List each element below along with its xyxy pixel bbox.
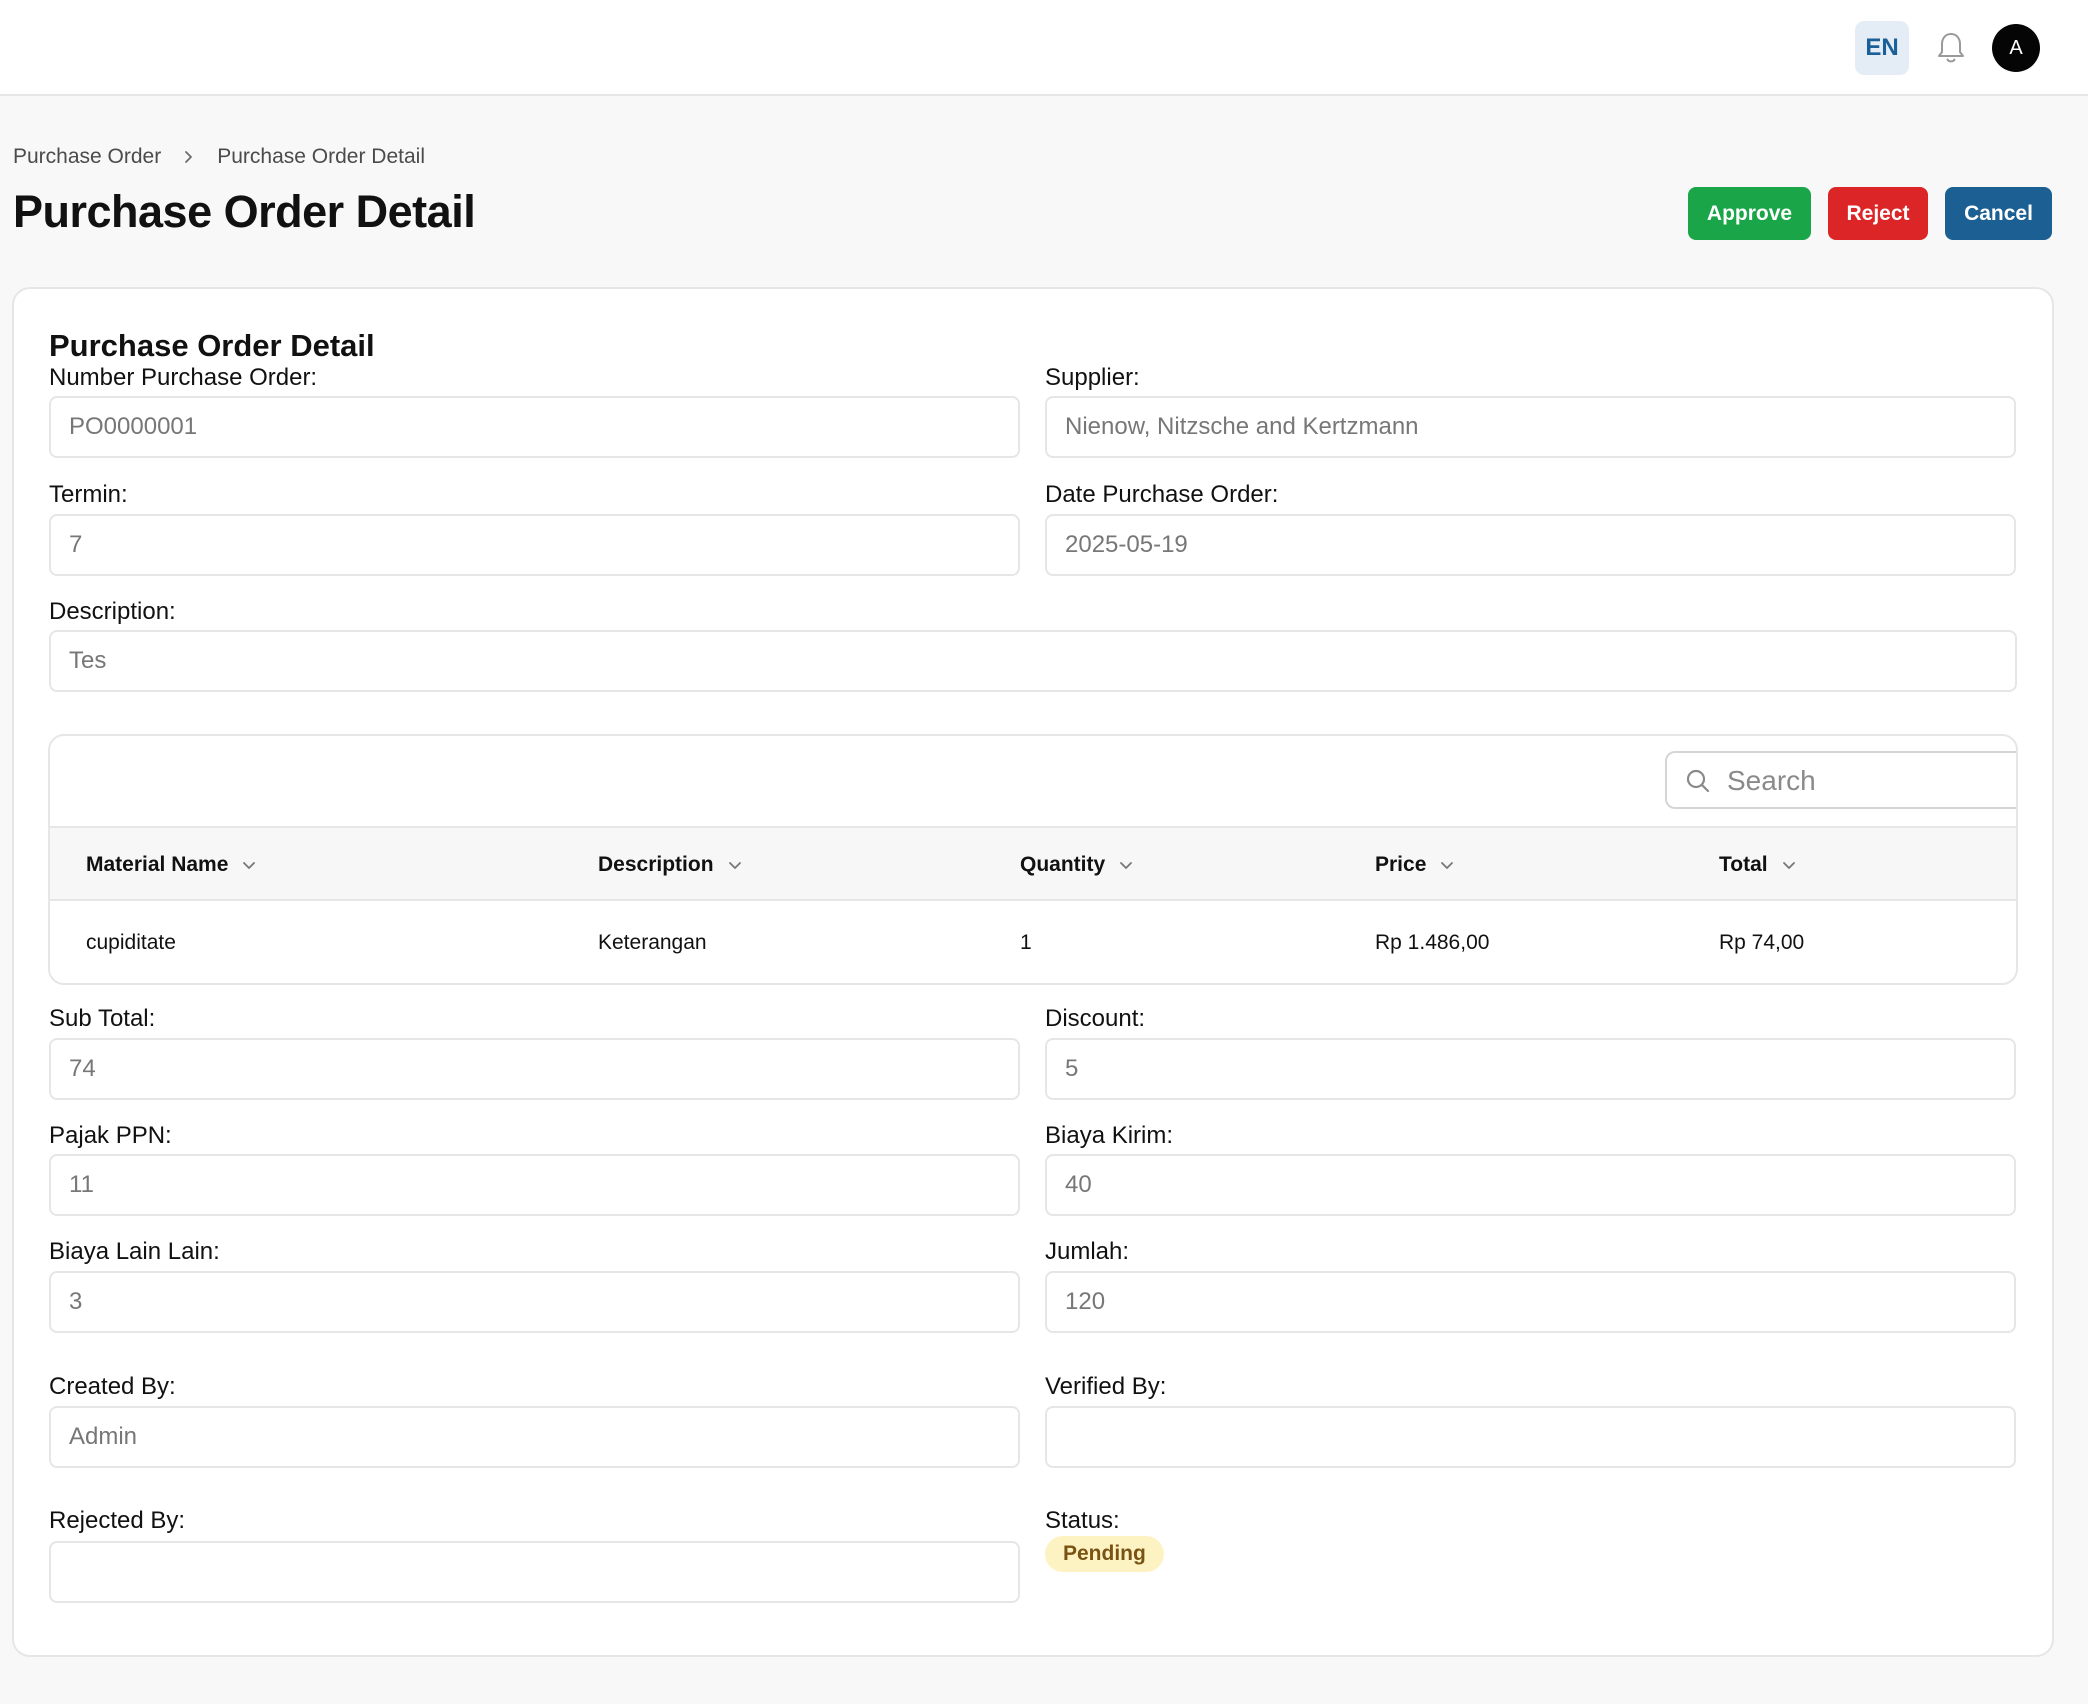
page-title: Purchase Order Detail [13,186,476,237]
biaya-lain-field[interactable]: 3 [49,1271,1020,1333]
created-by-field[interactable]: Admin [49,1406,1020,1468]
chevron-down-icon [1120,861,1133,869]
materials-table: Material Name Description Quantity Price… [48,734,2018,985]
description-label: Description: [49,598,176,625]
column-header-label: Price [1375,852,1427,876]
discount-label: Discount: [1045,1005,1146,1032]
chevron-down-icon [728,861,741,869]
biaya-kirim-label: Biaya Kirim: [1045,1122,1174,1149]
cell-material-name: cupiditate [86,931,176,954]
language-switcher[interactable]: EN [1855,21,1909,75]
breadcrumb-item-purchase-order[interactable]: Purchase Order [13,145,161,169]
date-po-label: Date Purchase Order: [1045,481,1279,508]
created-by-label: Created By: [49,1373,176,1400]
column-header-total[interactable]: Total [1719,828,1796,901]
column-header-label: Material Name [86,852,229,876]
cancel-button[interactable]: Cancel [1945,187,2052,240]
verified-by-field[interactable] [1045,1406,2016,1468]
table-row[interactable]: cupiditate Keterangan 1 Rp 1.486,00 Rp 7… [50,901,2016,983]
status-label: Status: [1045,1507,1120,1534]
cell-total: Rp 74,00 [1719,931,1805,954]
jumlah-field[interactable]: 120 [1045,1271,2016,1333]
reject-button[interactable]: Reject [1828,187,1928,240]
description-field[interactable]: Tes [49,630,2017,692]
column-header-label: Quantity [1020,852,1106,876]
chevron-right-icon [185,151,193,163]
breadcrumb-item-current: Purchase Order Detail [217,145,425,168]
search-input[interactable] [1727,763,2016,799]
supplier-label: Supplier: [1045,364,1140,391]
search-box[interactable] [1665,751,2016,809]
column-header-label: Description [598,852,714,876]
biaya-kirim-field[interactable]: 40 [1045,1154,2016,1216]
column-header-price[interactable]: Price [1375,828,1454,901]
cell-description: Keterangan [598,931,707,954]
pajak-ppn-field[interactable]: 11 [49,1154,1020,1216]
pajak-ppn-label: Pajak PPN: [49,1122,172,1149]
column-header-material-name[interactable]: Material Name [86,828,256,901]
biaya-lain-label: Biaya Lain Lain: [49,1238,220,1265]
top-bar: EN A [0,0,2088,96]
discount-field[interactable]: 5 [1045,1038,2016,1100]
approve-button[interactable]: Approve [1688,187,1811,240]
jumlah-label: Jumlah: [1045,1238,1130,1265]
sub-total-label: Sub Total: [49,1005,156,1032]
breadcrumb: Purchase Order Purchase Order Detail [13,145,425,169]
chevron-down-icon [243,861,256,869]
rejected-by-label: Rejected By: [49,1507,186,1534]
termin-label: Termin: [49,481,128,508]
bell-icon[interactable] [1935,31,1967,65]
search-icon [1686,769,1710,793]
column-header-label: Total [1719,852,1768,876]
chevron-down-icon [1441,861,1454,869]
section-title: Purchase Order Detail [49,328,375,363]
supplier-field[interactable]: Nienow, Nitzsche and Kertzmann [1045,396,2016,458]
termin-field[interactable]: 7 [49,514,1020,576]
status-badge: Pending [1045,1536,1164,1572]
avatar[interactable]: A [1992,24,2040,72]
verified-by-label: Verified By: [1045,1373,1167,1400]
rejected-by-field[interactable] [49,1541,1020,1603]
chevron-down-icon [1782,861,1795,869]
cell-price: Rp 1.486,00 [1375,931,1490,954]
column-header-quantity[interactable]: Quantity [1020,828,1133,901]
cell-quantity: 1 [1020,931,1032,954]
date-po-field[interactable]: 2025-05-19 [1045,514,2016,576]
column-header-description[interactable]: Description [598,828,742,901]
number-po-field[interactable]: PO0000001 [49,396,1020,458]
number-po-label: Number Purchase Order: [49,364,318,391]
sub-total-field[interactable]: 74 [49,1038,1020,1100]
table-header: Material Name Description Quantity Price… [50,826,2016,901]
